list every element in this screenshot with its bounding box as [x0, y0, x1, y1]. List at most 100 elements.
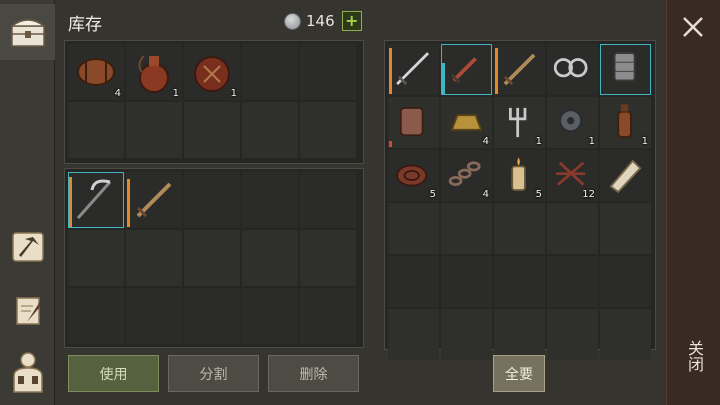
backpack-top-grid: 4 1 1	[68, 44, 356, 158]
durability-bar	[69, 176, 72, 227]
empty-slot[interactable]	[242, 44, 298, 100]
iron-shackles-icon	[553, 58, 588, 78]
empty-slot[interactable]	[600, 203, 651, 254]
item-slot-chain[interactable]: 4	[441, 150, 492, 201]
empty-slot[interactable]	[300, 230, 356, 286]
character-equipment-icon	[12, 352, 43, 393]
empty-slot[interactable]	[600, 256, 651, 307]
tab-inventory[interactable]	[0, 4, 55, 60]
page-title: 库存	[68, 15, 102, 35]
tab-crafting[interactable]	[0, 218, 55, 274]
item-slot-red-dagger[interactable]	[441, 44, 492, 95]
item-slot-candle[interactable]: 5	[494, 150, 545, 201]
empty-slot[interactable]	[184, 172, 240, 228]
side-tab-strip	[0, 0, 55, 405]
tab-journal[interactable]	[0, 283, 55, 339]
item-count: 1	[230, 88, 237, 99]
item-slot-wooden-sword[interactable]	[126, 172, 182, 228]
item-slot-iron-shackles[interactable]	[547, 44, 598, 95]
empty-slot[interactable]	[242, 288, 298, 344]
close-icon[interactable]	[678, 12, 708, 42]
empty-slot[interactable]	[441, 256, 492, 307]
item-slot-bottle[interactable]: 1	[600, 97, 651, 148]
add-currency-button[interactable]: +	[341, 11, 362, 31]
scythe-icon	[76, 179, 112, 219]
item-count: 1	[172, 88, 179, 99]
empty-slot[interactable]	[184, 230, 240, 286]
item-count: 4	[482, 136, 489, 147]
empty-slot[interactable]	[300, 44, 356, 100]
item-count: 4	[482, 189, 489, 200]
item-count: 1	[588, 136, 595, 147]
empty-slot[interactable]	[68, 288, 124, 344]
item-slot-barrel[interactable]: 4	[68, 44, 124, 100]
empty-slot[interactable]	[242, 172, 298, 228]
backpack-bottom-grid-frame	[64, 168, 364, 348]
empty-slot[interactable]	[68, 230, 124, 286]
item-slot-gear-parts[interactable]: 1	[547, 97, 598, 148]
item-slot-leather-roll[interactable]: 5	[388, 150, 439, 201]
silver-coin-icon	[284, 12, 301, 30]
item-count: 4	[114, 88, 121, 99]
empty-slot[interactable]	[300, 172, 356, 228]
empty-slot[interactable]	[494, 256, 545, 307]
container-grid: 4 1 1 1 5 4 5 12	[388, 44, 651, 360]
item-slot-twine-bundle[interactable]: 12	[547, 150, 598, 201]
split-button[interactable]: 分割	[168, 355, 259, 392]
empty-slot[interactable]	[600, 309, 651, 360]
tab-character[interactable]	[0, 344, 55, 400]
empty-slot[interactable]	[388, 203, 439, 254]
item-count: 5	[429, 189, 436, 200]
empty-slot[interactable]	[494, 309, 545, 360]
item-slot-cloth-scroll[interactable]	[600, 150, 651, 201]
armor-gauntlet-icon	[613, 52, 636, 82]
use-button[interactable]: 使用	[68, 355, 159, 392]
item-count: 12	[582, 189, 595, 200]
crafting-hammer-icon	[11, 232, 44, 262]
item-slot-gold-ingot[interactable]: 4	[441, 97, 492, 148]
backpack-top-grid-frame: 4 1 1	[64, 40, 364, 164]
empty-slot[interactable]	[126, 230, 182, 286]
item-slot-leather-water-bag[interactable]: 1	[184, 44, 240, 100]
item-count: 1	[535, 136, 542, 147]
container-grid-frame: 4 1 1 1 5 4 5 12	[384, 40, 656, 360]
wooden-sword-icon	[136, 182, 172, 218]
item-slot-armor-gauntlet[interactable]	[600, 44, 651, 95]
empty-slot[interactable]	[242, 102, 298, 158]
empty-slot[interactable]	[300, 288, 356, 344]
empty-slot[interactable]	[300, 102, 356, 158]
backpack-bottom-grid	[68, 172, 356, 344]
empty-slot[interactable]	[547, 203, 598, 254]
take-all-button[interactable]: 全要	[493, 355, 545, 392]
delete-button[interactable]: 删除	[268, 355, 359, 392]
durability-bar	[389, 140, 392, 147]
empty-slot[interactable]	[441, 203, 492, 254]
empty-slot[interactable]	[184, 102, 240, 158]
item-slot-gourd-flask[interactable]: 1	[126, 44, 182, 100]
empty-slot[interactable]	[388, 256, 439, 307]
item-count: 5	[535, 189, 542, 200]
empty-slot[interactable]	[494, 203, 545, 254]
item-slot-pitchfork-head[interactable]: 1	[494, 97, 545, 148]
empty-slot[interactable]	[184, 288, 240, 344]
empty-slot[interactable]	[441, 309, 492, 360]
cloth-scroll-icon	[609, 159, 642, 194]
empty-slot[interactable]	[388, 309, 439, 360]
item-slot-scythe[interactable]	[68, 172, 124, 228]
wooden-sword-icon	[503, 53, 536, 86]
empty-slot[interactable]	[126, 288, 182, 344]
empty-slot[interactable]	[68, 102, 124, 158]
item-slot-iron-sword[interactable]	[388, 44, 439, 95]
empty-slot[interactable]	[242, 230, 298, 286]
empty-slot[interactable]	[547, 256, 598, 307]
close-label[interactable]: 关闭	[680, 340, 706, 372]
item-count: 1	[641, 136, 648, 147]
iron-sword-icon	[396, 52, 430, 86]
inventory-chest-icon	[9, 19, 46, 47]
item-slot-wooden-sword[interactable]	[494, 44, 545, 95]
empty-slot[interactable]	[126, 102, 182, 158]
item-slot-leather-armor[interactable]	[388, 97, 439, 148]
leather-armor-icon	[399, 107, 424, 137]
empty-slot[interactable]	[547, 309, 598, 360]
red-dagger-icon	[450, 57, 477, 84]
